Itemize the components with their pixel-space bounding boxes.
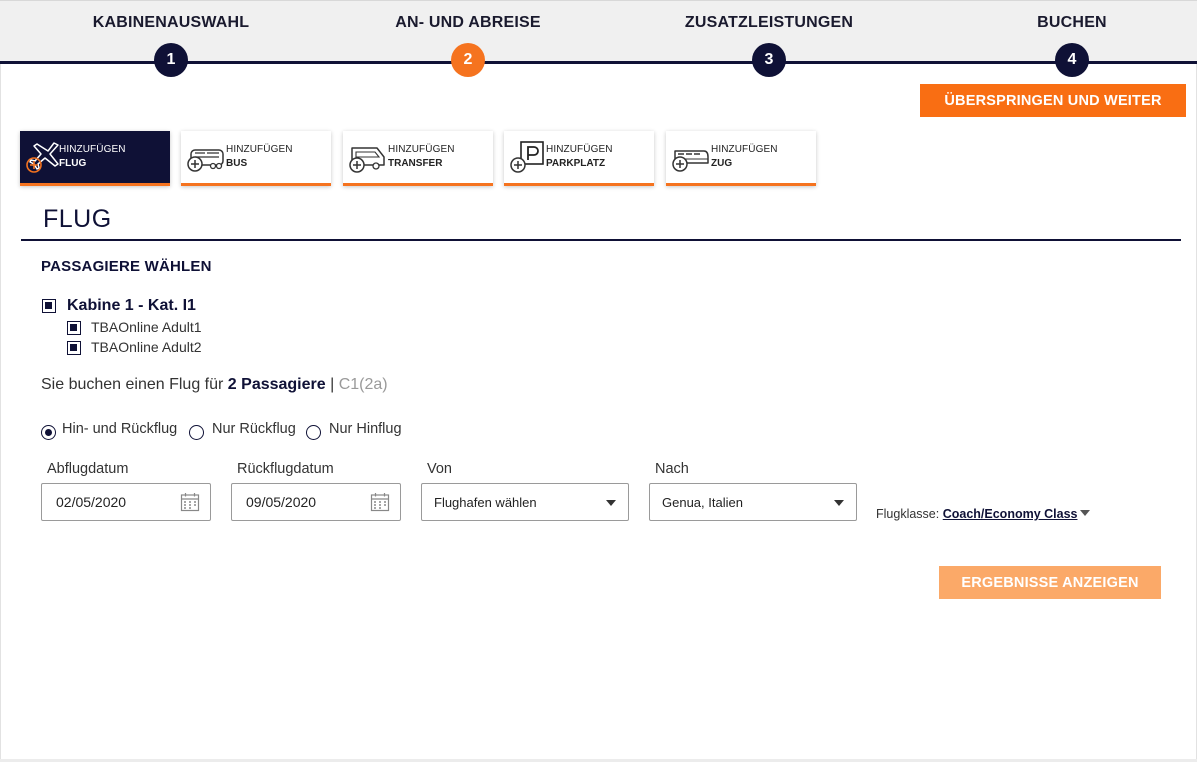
step-label: BUCHEN xyxy=(1037,14,1107,31)
radio-return-only[interactable] xyxy=(189,425,204,440)
radio-round-trip[interactable] xyxy=(41,425,56,440)
occupancy-code: C1(2a) xyxy=(338,376,388,393)
tile-name: BUS xyxy=(226,158,248,169)
step-booking[interactable]: BUCHEN xyxy=(952,1,1192,32)
to-label: Nach xyxy=(655,461,689,477)
return-date-label: Rückflugdatum xyxy=(237,461,334,477)
bus-icon xyxy=(187,149,224,172)
chevron-down-icon xyxy=(606,500,616,506)
step-travel[interactable]: AN- UND ABREISE xyxy=(348,1,588,32)
chevron-down-icon[interactable] xyxy=(1080,510,1091,516)
skip-and-continue-button[interactable]: ÜBERSPRINGEN UND WEITER xyxy=(920,84,1186,117)
tile-name: ZUG xyxy=(711,158,733,169)
to-destination-value: Genua, Italien xyxy=(662,495,743,510)
passengers-heading: PASSAGIERE WÄHLEN xyxy=(41,258,212,275)
calendar-icon[interactable] xyxy=(370,492,390,512)
separator: | xyxy=(330,376,335,393)
add-bus-tile[interactable]: HINZUFÜGEN BUS xyxy=(181,131,331,186)
plane-icon xyxy=(26,142,59,173)
tile-add-label: HINZUFÜGEN xyxy=(711,144,778,155)
cabin-label: Kabine 1 - Kat. I1 xyxy=(67,297,196,314)
chevron-down-icon xyxy=(834,500,844,506)
step-number-3[interactable]: 3 xyxy=(752,43,786,77)
tile-name: PARKPLATZ xyxy=(546,158,606,169)
tile-add-label: HINZUFÜGEN xyxy=(59,144,126,155)
tile-add-label: HINZUFÜGEN xyxy=(226,144,293,155)
add-flight-tile[interactable]: HINZUFÜGEN FLUG xyxy=(20,131,170,186)
tile-name: TRANSFER xyxy=(388,158,443,169)
from-airport-value: Flughafen wählen xyxy=(434,495,537,510)
step-number-2[interactable]: 2 xyxy=(451,43,485,77)
departure-date-label: Abflugdatum xyxy=(47,461,129,477)
tile-add-label: HINZUFÜGEN xyxy=(388,144,455,155)
from-airport-select[interactable]: Flughafen wählen xyxy=(421,483,629,521)
return-date-value: 09/05/2020 xyxy=(246,494,317,510)
step-label: AN- UND ABREISE xyxy=(395,14,541,31)
from-label: Von xyxy=(427,461,452,477)
radio-outbound-only[interactable] xyxy=(306,425,321,440)
cabin-checkbox[interactable] xyxy=(42,299,56,313)
show-results-button[interactable]: ERGEBNISSE ANZEIGEN xyxy=(939,566,1161,599)
tile-name: FLUG xyxy=(59,158,87,169)
step-number-4[interactable]: 4 xyxy=(1055,43,1089,77)
section-divider xyxy=(21,239,1181,241)
flight-class-label: Flugklasse: xyxy=(876,507,940,521)
step-extras[interactable]: ZUSATZLEISTUNGEN xyxy=(649,1,889,32)
train-icon xyxy=(672,150,709,172)
passenger-checkbox[interactable] xyxy=(67,341,81,355)
step-label: ZUSATZLEISTUNGEN xyxy=(684,14,854,31)
section-title: FLUG xyxy=(43,205,112,233)
radio-label[interactable]: Nur Rückflug xyxy=(212,421,296,437)
passenger-count: 2 Passagiere xyxy=(227,376,326,393)
tile-add-label: HINZUFÜGEN xyxy=(546,144,613,155)
add-transfer-tile[interactable]: HINZUFÜGEN TRANSFER xyxy=(343,131,493,186)
step-label: KABINENAUSWAHL xyxy=(92,14,250,31)
step-cabin-selection[interactable]: KABINENAUSWAHL xyxy=(51,1,291,32)
flight-class-value[interactable]: Coach/Economy Class xyxy=(943,507,1078,521)
passenger-checkbox[interactable] xyxy=(67,321,81,335)
booking-summary-text: Sie buchen einen Flug für xyxy=(41,376,224,393)
van-icon xyxy=(349,147,385,173)
return-date-field[interactable]: 09/05/2020 xyxy=(231,483,401,521)
parking-icon xyxy=(510,141,544,173)
radio-label[interactable]: Hin- und Rückflug xyxy=(62,421,177,437)
passenger-name: TBAOnline Adult1 xyxy=(91,319,202,335)
passenger-name: TBAOnline Adult2 xyxy=(91,339,202,355)
departure-date-field[interactable]: 02/05/2020 xyxy=(41,483,211,521)
calendar-icon[interactable] xyxy=(180,492,200,512)
flight-class-selector: Flugklasse: Coach/Economy Class xyxy=(876,507,1091,521)
to-destination-select[interactable]: Genua, Italien xyxy=(649,483,857,521)
add-parking-tile[interactable]: HINZUFÜGEN PARKPLATZ xyxy=(504,131,654,186)
add-train-tile[interactable]: HINZUFÜGEN ZUG xyxy=(666,131,816,186)
step-number-1[interactable]: 1 xyxy=(154,43,188,77)
departure-date-value: 02/05/2020 xyxy=(56,494,127,510)
booking-summary: Sie buchen einen Flug für 2 Passagiere |… xyxy=(41,376,388,394)
radio-label[interactable]: Nur Hinflug xyxy=(329,421,402,437)
